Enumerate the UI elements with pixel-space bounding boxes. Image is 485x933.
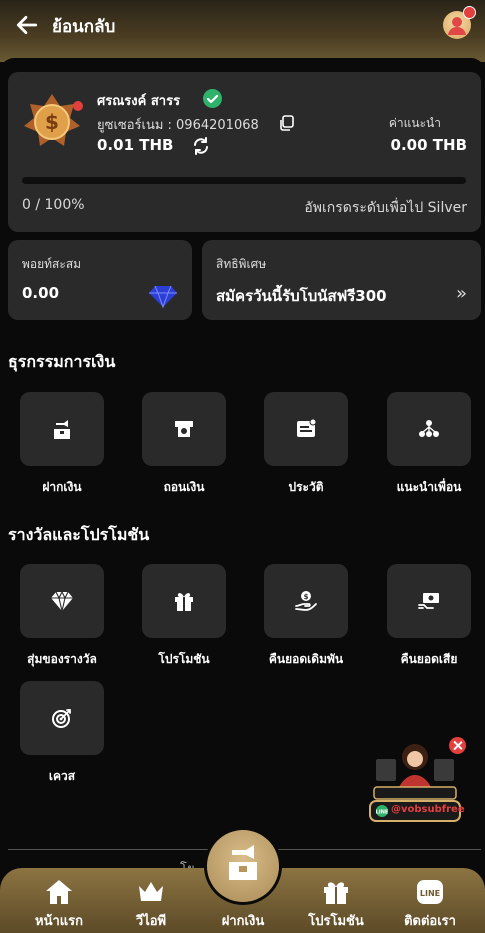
lucky-draw-tile[interactable] [20,564,104,638]
back-label[interactable]: ย้อนกลับ [52,13,115,40]
floating-promo-banner[interactable]: LINE @vobsubfree [366,737,465,825]
line-icon: LINE [417,880,443,904]
deposit-label: ฝากเงิน [42,480,82,494]
crown-icon [139,882,163,901]
history-icon [297,418,317,437]
promotion-tile[interactable] [142,564,226,638]
svg-text:$: $ [45,110,59,134]
refresh-icon[interactable] [191,136,211,156]
svg-text:LINE: LINE [376,810,389,816]
points-value: 0.00 [22,284,60,302]
close-icon[interactable] [449,737,466,754]
rank-alert-dot [73,101,83,111]
gem-icon [149,285,177,308]
points-card: พอยท์สะสม 0.00 [8,240,192,320]
rewards-section-title: รางวัลและโปรโมชัน [8,525,150,544]
target-icon [52,709,71,728]
refer-friend-tile[interactable] [387,392,471,466]
top-header: ย้อนกลับ [0,0,485,62]
deposit-tile[interactable] [20,392,104,466]
promo-line-id: @vobsubfree [391,804,465,815]
refer-friend-icon [419,420,439,437]
nav-deposit-label: ฝากเงิน [221,914,265,929]
lucky-draw-label: สุ่มของรางวัล [27,652,97,666]
username: ยูซเซอร์เนม : 0964201068 [97,118,259,133]
loss-return-icon [418,593,439,609]
cashback-label: คืนยอดเดิมพัน [268,652,344,666]
privilege-value: สมัครวันนี้รับโบนัสฟรี300 [216,287,387,305]
svg-text:LINE: LINE [420,889,440,898]
history-label: ประวัติ [288,480,324,494]
promotion-label: โปรโมชัน [158,652,210,666]
gift-icon [175,593,193,611]
quest-label: เควส [48,769,76,783]
withdraw-label: ถอนเงิน [163,480,205,494]
balance-value: 0.01 THB [97,136,174,154]
vip-progress-bar [22,177,466,184]
nav-home[interactable]: หน้าแรก [14,868,104,933]
gift-icon [324,882,348,904]
chevron-double-right-icon: » [455,283,467,304]
verified-icon [203,89,222,108]
nav-vip-label: วีไอพี [135,914,167,929]
points-label: พอยท์สะสม [22,257,82,271]
nav-contact-label: ติดต่อเรา [404,914,456,929]
deposit-icon [54,420,70,439]
rank-coin-icon: $ [24,94,80,146]
home-icon [46,880,72,904]
nav-vip[interactable]: วีไอพี [106,868,196,933]
withdraw-tile[interactable] [142,392,226,466]
loss-return-label: คืนยอดเสีย [400,652,458,666]
cashback-tile[interactable]: $ [264,564,348,638]
vip-progress-text: 0 / 100% [22,197,85,213]
user-name: ศรณรงค์ สารร [97,94,181,109]
history-tile[interactable] [264,392,348,466]
cashback-icon: $ [295,591,317,611]
privilege-card[interactable]: สิทธิพิเศษ สมัครวันนี้รับโบนัสฟรี300 » [202,240,481,320]
vip-upgrade-text: อัพเกรดระดับเพื่อไป Silver [304,200,467,216]
nav-promotion[interactable]: โปรโมชัน [291,868,381,933]
copy-icon[interactable] [277,114,295,132]
nav-home-label: หน้าแรก [35,914,83,929]
loss-return-tile[interactable] [387,564,471,638]
notification-dot [463,6,476,19]
refer-friend-label: แนะนำเพื่อน [396,480,462,494]
svg-text:$: $ [304,593,309,601]
finance-section-title: ธุรกรรมการเงิน [8,352,116,371]
quest-tile[interactable] [20,681,104,755]
profile-card: $ ศรณรงค์ สารร ยูซเซอร์เนม : 0964201068 … [8,72,481,232]
deposit-fab-button[interactable] [207,830,279,902]
privilege-label: สิทธิพิเศษ [216,257,267,271]
nav-contact[interactable]: LINE ติดต่อเรา [385,868,475,933]
user-avatar[interactable] [443,6,476,39]
referral-value: 0.00 THB [390,136,467,154]
nav-promotion-label: โปรโมชัน [308,914,364,929]
withdraw-icon [175,421,193,437]
deposit-icon [229,845,257,880]
referral-label: ค่าแนะนำ [388,116,441,130]
diamond-icon [51,590,73,612]
back-arrow-icon[interactable] [14,12,40,38]
